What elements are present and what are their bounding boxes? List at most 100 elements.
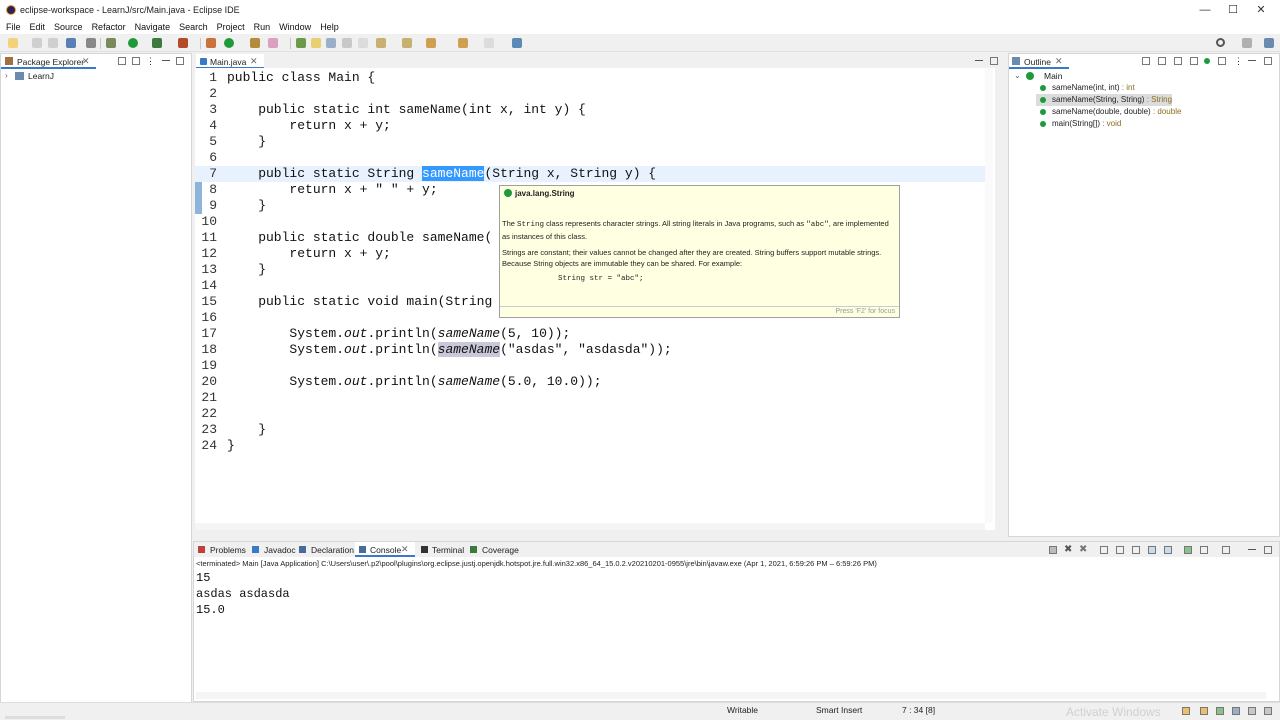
status-icon[interactable] [1182, 707, 1190, 715]
status-icon[interactable] [1216, 707, 1224, 715]
remove-all-icon[interactable]: ✖ [1079, 544, 1087, 555]
pin-console-icon[interactable] [1148, 546, 1156, 554]
minimize-editor-icon[interactable] [975, 60, 983, 61]
outline-item[interactable]: main(String[]) : void [1040, 118, 1121, 130]
code-line[interactable]: 19 [195, 358, 985, 374]
coverage-icon[interactable] [152, 38, 162, 48]
tab-coverage[interactable]: Coverage [482, 545, 519, 555]
minimize-view-icon[interactable] [162, 60, 170, 61]
forward-icon[interactable] [484, 38, 494, 48]
expand-chevron-icon[interactable]: ⌄ [1014, 71, 1021, 80]
minimize-view-icon[interactable] [1248, 60, 1256, 61]
word-wrap-icon[interactable] [1164, 546, 1172, 554]
minimize-button[interactable]: — [1198, 3, 1212, 17]
menu-navigate[interactable]: Navigate [135, 20, 176, 34]
javadoc-hover-popup[interactable]: java.lang.String The String class repres… [499, 185, 900, 318]
code-line[interactable]: 7 public static String sameName(String x… [195, 166, 985, 182]
external-tools-icon[interactable] [178, 38, 188, 48]
tab-problems[interactable]: Problems [210, 545, 246, 555]
remove-launch-icon[interactable]: ✖ [1064, 544, 1072, 555]
search-icon[interactable] [1216, 38, 1225, 47]
code-line[interactable]: 4 return x + y; [195, 118, 985, 134]
horizontal-scrollbar[interactable] [195, 523, 985, 530]
console-scrollbar[interactable] [196, 692, 1266, 699]
maximize-editor-icon[interactable] [990, 57, 998, 65]
code-line[interactable]: 20 System.out.println(sameName(5.0, 10.0… [195, 374, 985, 390]
menu-edit[interactable]: Edit [30, 20, 51, 34]
terminate-icon[interactable] [1049, 546, 1057, 554]
hide-static-icon[interactable] [1190, 57, 1198, 65]
link-editor-icon[interactable] [132, 57, 140, 65]
new-class-icon[interactable] [224, 38, 234, 48]
debug-icon[interactable] [106, 38, 116, 48]
menu-help[interactable]: Help [320, 20, 344, 34]
pin-editor-icon[interactable] [512, 38, 522, 48]
close-button[interactable]: ✕ [1254, 3, 1268, 17]
code-line[interactable]: 24} [195, 438, 985, 454]
maximize-button[interactable]: ☐ [1226, 3, 1240, 17]
code-line[interactable]: 21 [195, 390, 985, 406]
new-java-project-icon[interactable] [206, 38, 216, 48]
open-type-icon[interactable] [250, 38, 260, 48]
menu-file[interactable]: File [6, 20, 26, 34]
view-menu-icon[interactable]: ⋮ [146, 56, 155, 67]
close-icon[interactable]: ✕ [82, 56, 90, 67]
menu-run[interactable]: Run [254, 20, 276, 34]
collapse-all-icon[interactable] [118, 57, 126, 65]
menu-project[interactable]: Project [217, 20, 250, 34]
tab-declaration[interactable]: Declaration [311, 545, 354, 555]
code-line[interactable]: 2 [195, 86, 985, 102]
outline-item[interactable]: sameName(double, double) : double [1040, 106, 1181, 118]
tab-javadoc[interactable]: Javadoc [264, 545, 296, 555]
terminal-icon[interactable] [66, 38, 76, 48]
code-line[interactable]: 22 [195, 406, 985, 422]
last-edit-icon[interactable] [426, 38, 436, 48]
console-output[interactable]: 15 asdas asdasda 15.0 [196, 570, 290, 618]
outline-item-selected[interactable]: sameName(String, String) : String [1040, 94, 1172, 106]
status-icon[interactable] [1200, 707, 1208, 715]
menu-source[interactable]: Source [54, 20, 88, 34]
tab-terminal[interactable]: Terminal [432, 545, 464, 555]
code-line[interactable]: 23 } [195, 422, 985, 438]
save-all-icon[interactable] [48, 38, 58, 48]
code-line[interactable]: 18 System.out.println(sameName("asdas", … [195, 342, 985, 358]
scroll-lock-icon[interactable] [1116, 546, 1124, 554]
maximize-view-icon[interactable] [1264, 57, 1272, 65]
close-icon[interactable]: ✕ [401, 544, 409, 555]
tab-console[interactable]: Console [370, 545, 401, 555]
block-selection-icon[interactable] [326, 38, 336, 48]
open-perspective-icon[interactable] [1242, 38, 1252, 48]
maximize-view-icon[interactable] [1264, 546, 1272, 554]
outline-root[interactable]: Main [1044, 71, 1062, 81]
hide-local-types-icon[interactable] [1218, 57, 1226, 65]
vertical-scrollbar[interactable] [985, 68, 993, 523]
view-menu-icon[interactable]: ⋮ [1234, 56, 1243, 67]
outline-item[interactable]: sameName(int, int) : int [1040, 82, 1135, 94]
show-stdout-icon[interactable] [1132, 546, 1140, 554]
expand-chevron-icon[interactable]: › [5, 71, 8, 80]
pilcrow-icon[interactable] [358, 38, 368, 48]
hide-fields-icon[interactable] [1174, 57, 1182, 65]
close-icon[interactable]: ✕ [1055, 56, 1063, 67]
open-console-icon[interactable] [1200, 546, 1208, 554]
code-line[interactable]: 17 System.out.println(sameName(5, 10)); [195, 326, 985, 342]
toggle-mark-icon[interactable] [296, 38, 306, 48]
code-line[interactable]: 3 public static int sameName(int x, int … [195, 102, 985, 118]
skip-breakpoints-icon[interactable] [86, 38, 96, 48]
next-annotation-icon[interactable] [376, 38, 386, 48]
save-icon[interactable] [32, 38, 42, 48]
search-tool-icon[interactable] [268, 38, 278, 48]
run-icon[interactable] [128, 38, 138, 48]
status-icon[interactable] [1232, 707, 1240, 715]
code-line[interactable]: 5 } [195, 134, 985, 150]
maximize-view-icon[interactable] [176, 57, 184, 65]
view-menu-icon[interactable] [1222, 546, 1230, 554]
status-icon[interactable] [1264, 707, 1272, 715]
code-line[interactable]: 1 public class Main { [195, 70, 985, 86]
back-icon[interactable] [458, 38, 468, 48]
clear-console-icon[interactable] [1100, 546, 1108, 554]
hide-nonpublic-icon[interactable] [1204, 58, 1210, 64]
sort-icon[interactable] [1158, 57, 1166, 65]
menu-refactor[interactable]: Refactor [92, 20, 131, 34]
show-whitespace-icon[interactable] [342, 38, 352, 48]
